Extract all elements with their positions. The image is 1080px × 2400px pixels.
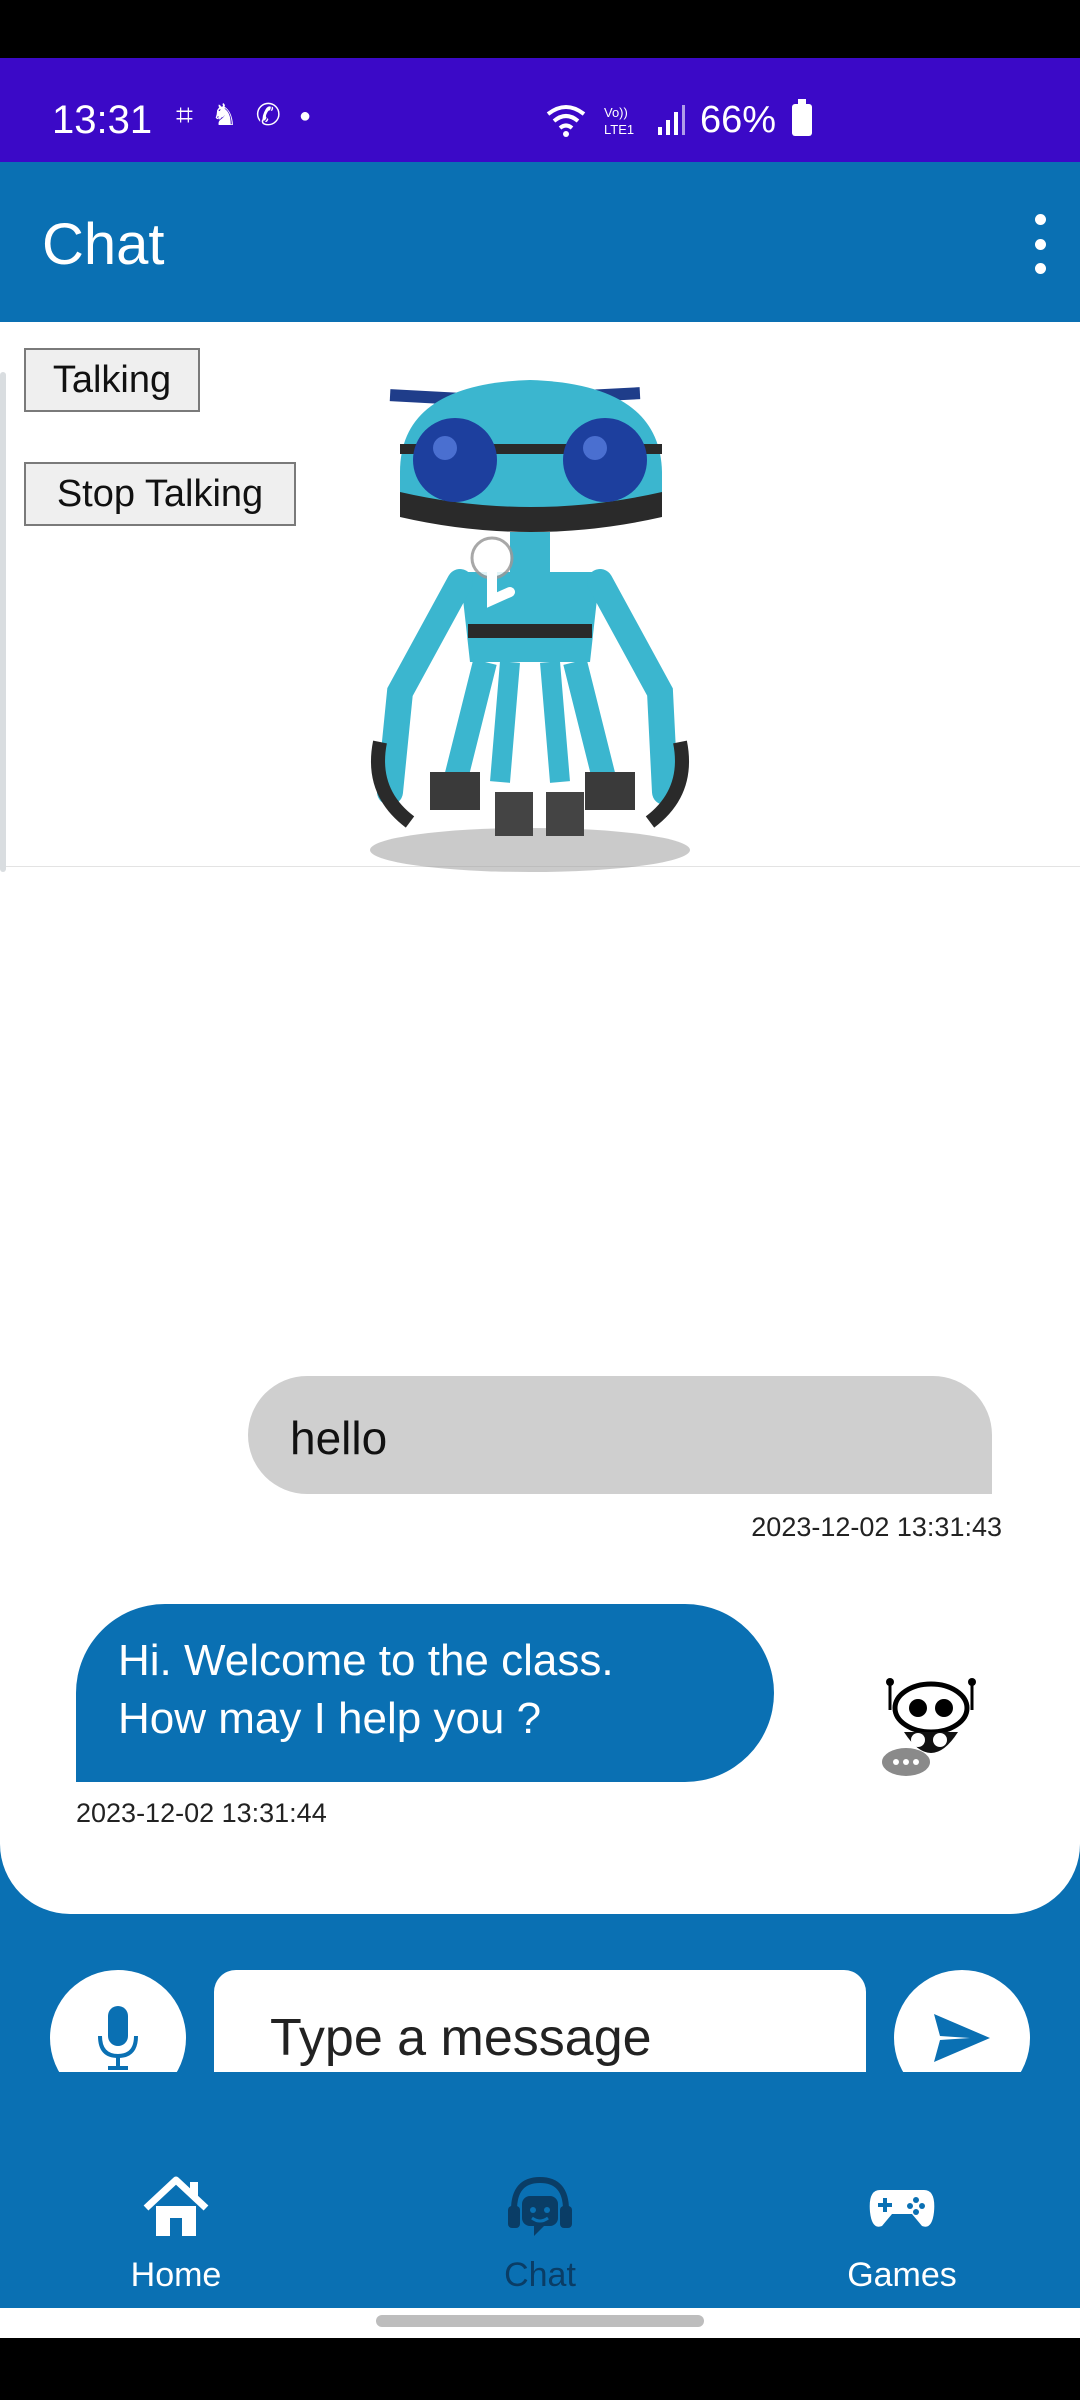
battery-percent: 66%	[699, 99, 776, 141]
message-composer	[0, 1922, 1080, 2106]
chat-card: Talking Stop Talking hello 2023-12-02 13…	[0, 322, 1080, 1914]
stop-talking-button[interactable]: Stop Talking	[24, 462, 296, 526]
bot-avatar-icon	[882, 1678, 976, 1776]
chat-headset-icon	[508, 2176, 572, 2236]
bot-message-text: Hi. Welcome to the class. How may I help…	[118, 1636, 614, 1743]
nav-chat[interactable]: Chat	[440, 2172, 640, 2296]
status-bar: 13:31 ⌗ ♞ ✆ ● Vo)) LTE1 66%	[0, 58, 1080, 162]
screen-top-edge	[0, 0, 1080, 58]
wifi-icon	[546, 105, 586, 137]
chat-content-area: Talking Stop Talking hello 2023-12-02 13…	[0, 322, 1080, 1922]
nav-home-label: Home	[130, 2256, 222, 2294]
dot-icon: ●	[298, 105, 312, 127]
mic-icon	[98, 2006, 138, 2070]
view-edge-indicator	[0, 372, 6, 872]
app-bar: Chat	[0, 162, 1080, 322]
nav-games[interactable]: Games	[802, 2172, 1002, 2296]
user-message-bubble: hello	[248, 1376, 992, 1494]
signal-icon	[657, 105, 685, 135]
screen-bottom-edge	[0, 2338, 1080, 2400]
gesture-handle[interactable]	[376, 2315, 704, 2327]
talking-button[interactable]: Talking	[24, 348, 200, 412]
svg-text:Vo)): Vo))	[604, 105, 628, 120]
user-message-timestamp: 2023-12-02 13:31:43	[751, 1512, 1002, 1542]
robot-3d-view[interactable]: Talking Stop Talking	[0, 322, 1080, 872]
bot-message-bubble: Hi. Welcome to the class. How may I help…	[76, 1604, 774, 1782]
home-icon	[143, 2176, 209, 2236]
user-message-text: hello	[290, 1412, 388, 1464]
gamepad-icon	[869, 2190, 935, 2227]
page-title: Chat	[42, 212, 165, 277]
phone-icon: ✆	[255, 99, 281, 132]
nav-chat-label: Chat	[504, 2256, 576, 2294]
nav-home[interactable]: Home	[76, 2172, 276, 2296]
gesture-area	[0, 2308, 1080, 2338]
status-time: 13:31	[52, 98, 153, 142]
notification-icon: ♞	[210, 99, 238, 132]
status-notification-icons: ⌗ ♞ ✆ ●	[176, 94, 311, 138]
volte-icon: Vo)) LTE1	[604, 105, 634, 137]
more-vertical-icon[interactable]	[1020, 214, 1060, 274]
nav-games-label: Games	[847, 2256, 957, 2294]
battery-icon	[792, 99, 812, 136]
robot-avatar-3d[interactable]	[360, 362, 700, 872]
bot-message-timestamp: 2023-12-02 13:31:44	[76, 1798, 327, 1828]
svg-text:LTE1: LTE1	[604, 122, 634, 137]
send-icon	[934, 2014, 990, 2062]
bottom-navigation: Home Chat Games	[0, 2072, 1080, 2308]
status-system-icons: Vo)) LTE1 66%	[544, 98, 812, 142]
screenshot-icon: ⌗	[176, 99, 193, 132]
